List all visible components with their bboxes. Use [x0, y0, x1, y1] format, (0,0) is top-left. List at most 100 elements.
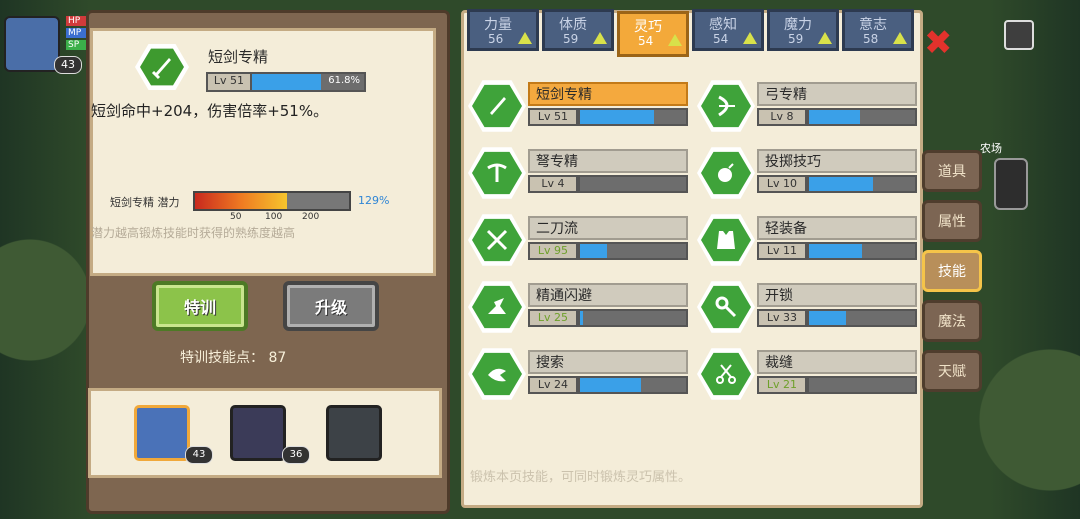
skill-card[interactable]: 弩专精 Lv 4	[468, 147, 690, 199]
skill-name: 二刀流	[536, 221, 578, 237]
skill-card[interactable]: 轻装备 Lv 11	[697, 214, 919, 266]
skill-progress-fill	[580, 378, 642, 392]
skill-name: 精通闪避	[536, 288, 592, 304]
search-icon	[472, 352, 522, 396]
dual-swords-icon	[472, 218, 522, 262]
upgrade-button[interactable]: 升级	[283, 281, 379, 331]
potential-tick: 100	[265, 212, 283, 222]
skill-level: Lv 11	[757, 242, 807, 260]
side-tab-magic[interactable]: 魔法	[922, 300, 982, 342]
skill-card[interactable]: 精通闪避 Lv 25	[468, 281, 690, 333]
tab-will[interactable]: 意志 58	[842, 9, 914, 51]
skill-progress-fill	[809, 244, 862, 258]
team-slot-2-level: 36	[282, 446, 310, 464]
skill-progress-bar	[807, 309, 917, 327]
crossbow-icon	[472, 151, 522, 195]
bow-icon	[701, 84, 751, 128]
skill-progress-bar	[578, 108, 688, 126]
skill-level: Lv 95	[528, 242, 578, 260]
scissors-icon	[701, 352, 751, 396]
dagger-icon	[140, 48, 184, 86]
skill-progress-fill	[580, 311, 584, 325]
skill-progress-fill	[580, 110, 655, 124]
skill-progress-bar	[807, 242, 917, 260]
training-points: 特训技能点： 87	[180, 350, 287, 366]
skill-progress-bar	[807, 376, 917, 394]
skill-progress-fill	[809, 110, 860, 124]
tab-constitution[interactable]: 体质 59	[542, 9, 614, 51]
skill-icon-frame	[468, 80, 526, 132]
map-button[interactable]	[1004, 20, 1034, 50]
skill-icon-frame	[468, 147, 526, 199]
skill-level: Lv 21	[757, 376, 807, 394]
team-slot-2[interactable]	[230, 405, 286, 461]
skill-progress-fill	[809, 311, 847, 325]
tab-strength[interactable]: 力量 56	[467, 9, 539, 51]
skill-level: Lv 8	[757, 108, 807, 126]
skill-progress-bar	[578, 309, 688, 327]
team-slot-1-level: 43	[185, 446, 213, 464]
tab-dexterity[interactable]: 灵巧 54	[617, 11, 689, 57]
skill-card[interactable]: 投掷技巧 Lv 10	[697, 147, 919, 199]
skill-progress-fill	[809, 177, 873, 191]
skill-progress-bar	[807, 175, 917, 193]
skill-name: 轻装备	[765, 221, 807, 237]
skill-level: Lv 33	[757, 309, 807, 327]
skill-level: Lv 25	[528, 309, 578, 327]
side-tab-attributes[interactable]: 属性	[922, 200, 982, 242]
side-tab-items[interactable]: 道具	[922, 150, 982, 192]
skill-card[interactable]: 裁缝 Lv 21	[697, 348, 919, 400]
player-avatar[interactable]	[4, 16, 60, 72]
skill-card[interactable]: 弓专精 Lv 8	[697, 80, 919, 132]
team-slot-3[interactable]	[326, 405, 382, 461]
selected-skill-description: 短剑命中+204，伤害倍率+51%。	[91, 102, 329, 120]
skill-card[interactable]: 搜索 Lv 24	[468, 348, 690, 400]
team-slot-1[interactable]	[134, 405, 190, 461]
skill-progress-bar	[578, 242, 688, 260]
skill-progress-bar	[807, 108, 917, 126]
side-tab-talents[interactable]: 天赋	[922, 350, 982, 392]
train-button[interactable]: 特训	[152, 281, 248, 331]
potential-tick: 200	[302, 212, 320, 222]
skill-icon-frame	[697, 80, 755, 132]
skill-name: 弓专精	[765, 87, 807, 103]
potential-value: 129%	[358, 194, 390, 207]
tab-magic[interactable]: 魔力 59	[767, 9, 839, 51]
skill-name: 开锁	[765, 288, 793, 304]
selected-skill-name: 短剑专精	[208, 48, 269, 66]
selected-skill-progress-fill	[252, 74, 322, 90]
key-icon	[701, 285, 751, 329]
phone-icon[interactable]	[994, 158, 1028, 210]
dagger-icon	[472, 84, 522, 128]
potential-label: 短剑专精 潜力	[110, 196, 180, 209]
skill-name: 投掷技巧	[765, 154, 821, 170]
skill-icon-frame	[697, 348, 755, 400]
potential-tick: 50	[230, 212, 242, 222]
vest-icon	[701, 218, 751, 262]
player-level-badge: 43	[54, 56, 82, 74]
skill-level: Lv 24	[528, 376, 578, 394]
skill-name: 短剑专精	[536, 87, 592, 103]
potential-hint: 潜力越高锻炼技能时获得的熟练度越高	[91, 226, 296, 240]
footer-hint: 锻炼本页技能，可同时锻炼灵巧属性。	[470, 470, 692, 485]
tab-perception[interactable]: 感知 54	[692, 9, 764, 51]
skill-progress-bar	[578, 175, 688, 193]
skill-icon-frame	[468, 214, 526, 266]
potential-fill	[195, 193, 288, 209]
skill-level: Lv 4	[528, 175, 578, 193]
side-tab-skills[interactable]: 技能	[922, 250, 982, 292]
skill-level: Lv 51	[528, 108, 578, 126]
skill-card[interactable]: 二刀流 Lv 95	[468, 214, 690, 266]
selected-skill-progress-text: 61.8%	[328, 75, 360, 86]
skill-progress-fill	[580, 244, 607, 258]
skill-name: 搜索	[536, 355, 564, 371]
dodge-icon	[472, 285, 522, 329]
skill-card[interactable]: 开锁 Lv 33	[697, 281, 919, 333]
skill-level: Lv 10	[757, 175, 807, 193]
bomb-icon	[701, 151, 751, 195]
close-icon[interactable]: ✖	[924, 26, 953, 60]
skill-icon-frame	[468, 281, 526, 333]
selected-skill-level: Lv 51	[206, 72, 252, 92]
skill-card[interactable]: 短剑专精 Lv 51	[468, 80, 690, 132]
skill-icon-frame	[697, 214, 755, 266]
